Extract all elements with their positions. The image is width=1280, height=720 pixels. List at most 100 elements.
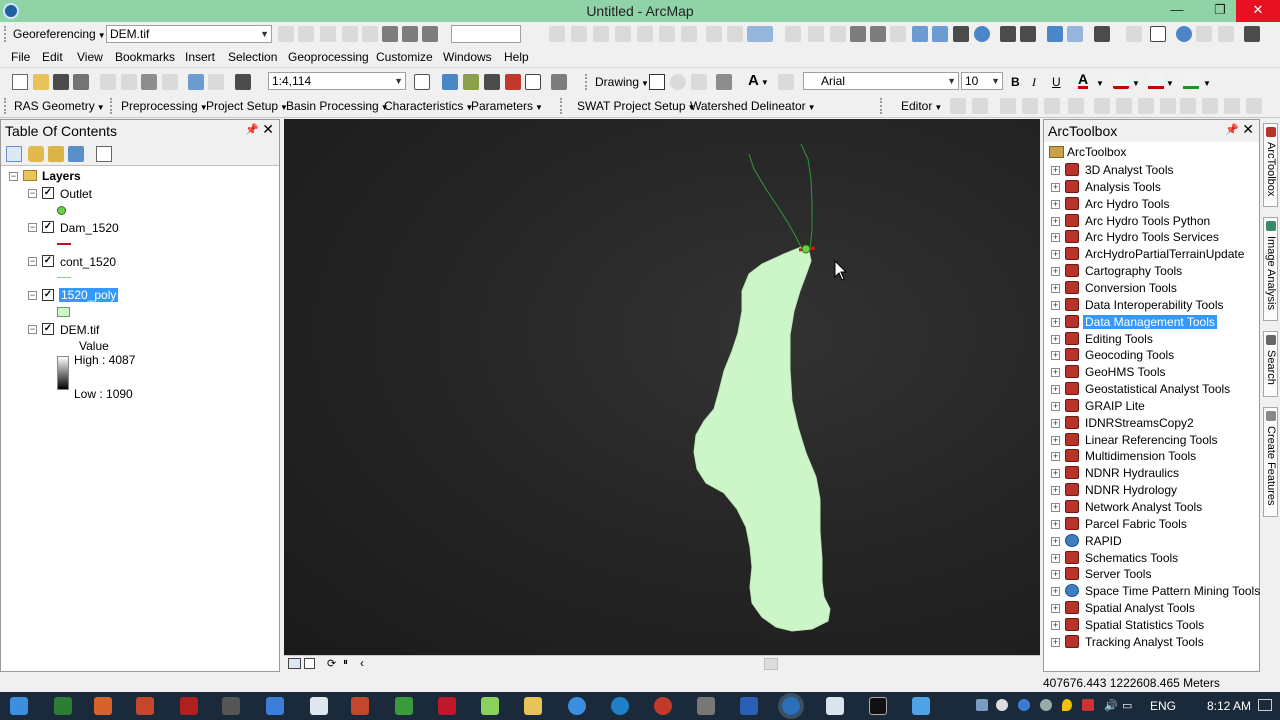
toolbox-item[interactable]: + Space Time Pattern Mining Tools [1044,583,1260,599]
menu-insert[interactable]: Insert [185,50,215,64]
list-by-selection-icon[interactable] [68,146,84,162]
font-dropdown[interactable]: Arial ▼ [803,72,959,90]
tab-create-features[interactable]: Create Features [1263,407,1278,517]
volume-icon[interactable]: 🔊 [1104,699,1118,712]
clear-selection-icon[interactable] [1126,26,1142,42]
parameters-menu[interactable]: Parameters ▼ [471,98,543,116]
characteristics-menu[interactable]: Characteristics ▼ [384,98,473,116]
preprocessing-menu[interactable]: Preprocessing ▼ [121,98,208,116]
undo-icon[interactable] [188,74,204,90]
create-features-icon[interactable] [1246,98,1262,114]
dem-collapse-toggle[interactable]: − [28,325,37,334]
menu-view[interactable]: View [77,50,103,64]
swat-project-setup-menu[interactable]: SWAT Project Setup ▼ [577,98,695,116]
bold-button[interactable]: B [1011,74,1020,90]
toolbox-item[interactable]: + Spatial Analyst Tools [1044,600,1259,616]
pause-drawing-icon[interactable]: ⏸ [343,657,348,668]
tray-icon-4[interactable] [1040,699,1052,711]
toolbar-grip-swat[interactable] [560,98,564,114]
toolbox-item[interactable]: + IDNRStreamsCopy2 [1044,415,1259,431]
scroll-left-icon[interactable]: ‹ [360,656,364,670]
auto-registration-icon[interactable] [298,26,314,42]
display-options-icon[interactable] [785,26,801,42]
toolbox-expand-toggle[interactable]: + [1051,604,1060,614]
text-tool-icon[interactable]: A ▼ [748,73,769,91]
project-setup-menu[interactable]: Project Setup ▼ [206,98,288,116]
toolbox-item[interactable]: + Cartography Tools [1044,263,1259,279]
toolbar-grip-hms[interactable] [110,98,114,114]
python-window-icon[interactable] [525,74,541,90]
arctoolbox-pin-icon[interactable]: 📌 [1225,123,1239,136]
arctoolbox-window-icon[interactable] [505,74,521,90]
delete-icon[interactable] [162,74,178,90]
toolbox-expand-toggle[interactable]: + [1051,300,1060,310]
toolbox-expand-toggle[interactable]: + [1051,536,1060,546]
toolbox-expand-toggle[interactable]: + [1051,620,1060,630]
powerpoint-icon[interactable] [136,697,154,715]
toolbox-item[interactable]: +3D Analyst Tools [1044,162,1259,178]
toolbox-item[interactable]: + Multidimension Tools [1044,448,1259,464]
toolbox-expand-toggle[interactable]: + [1051,519,1060,529]
reset-transformation-icon[interactable] [422,26,438,42]
toolbox-item[interactable]: + Data Interoperability Tools [1044,297,1259,313]
toolbox-expand-toggle[interactable]: + [1051,452,1060,462]
dam-collapse-toggle[interactable]: − [28,223,37,232]
toolbox-expand-toggle[interactable]: + [1051,469,1060,479]
fill-color-dropdown[interactable]: ▼ [1132,76,1140,92]
underline-button[interactable]: U [1052,74,1061,90]
italic-button[interactable]: I [1032,74,1036,90]
add-control-points-icon[interactable] [278,26,294,42]
pin-icon[interactable]: 📌 [245,123,259,136]
toolbox-expand-toggle[interactable]: + [1051,182,1060,192]
layers-collapse-toggle[interactable]: − [9,172,18,181]
taskbar-app-21-icon[interactable] [912,697,930,715]
georef-tool-c-icon[interactable] [637,26,653,42]
toolbox-expand-toggle[interactable]: + [1051,401,1060,411]
file-explorer-icon[interactable] [524,697,542,715]
toolbox-expand-toggle[interactable]: + [1051,637,1060,647]
toolbox-expand-toggle[interactable]: + [1051,351,1060,361]
editor-menu[interactable]: Editor ▼ [901,98,942,116]
toolbox-item[interactable]: + Network Analyst Tools [1044,499,1259,515]
fixed-zoom-out-icon[interactable] [1020,26,1036,42]
watershed-polygon[interactable] [693,246,831,632]
toolbox-item[interactable]: + Data Management Tools [1044,314,1259,330]
tab-image-analysis[interactable]: Image Analysis [1263,217,1278,321]
zoom-in-icon[interactable] [912,26,928,42]
menu-customize[interactable]: Customize [376,50,433,64]
model-builder-icon[interactable] [551,74,567,90]
hyperlink-icon[interactable] [1196,26,1212,42]
identify-icon[interactable] [1176,26,1192,42]
toolbox-expand-toggle[interactable]: + [1051,435,1060,445]
georef-tool-d-icon[interactable] [659,26,675,42]
outlet-point[interactable] [801,244,811,254]
font-color-icon[interactable]: A [1078,72,1089,89]
rotation-input[interactable] [451,25,521,43]
toolbox-item[interactable]: + NDNR Hydraulics [1044,465,1259,481]
map-canvas[interactable] [284,119,1040,655]
sketch-properties-icon[interactable] [1224,98,1240,114]
minimize-button[interactable]: — [1162,0,1192,22]
zoom-to-selected-elements-icon[interactable] [691,74,707,90]
toolbox-item[interactable]: + Server Tools [1044,566,1259,582]
point-tool-icon[interactable] [1068,98,1084,114]
taskbar-app-19-icon[interactable] [826,697,844,715]
refresh-icon[interactable]: ⟳ [327,657,336,670]
toolbox-expand-toggle[interactable]: + [1051,267,1060,277]
menu-help[interactable]: Help [504,50,529,64]
layers-label[interactable]: Layers [42,169,81,183]
toolbox-expand-toggle[interactable]: + [1051,553,1060,563]
tab-search[interactable]: Search [1263,331,1278,397]
toolbox-item[interactable]: + Arc Hydro Tools Services [1044,229,1259,245]
edit-annotation-icon[interactable] [972,98,988,114]
taskbar-app-15-icon[interactable] [654,697,672,715]
tray-icon-3[interactable] [1018,699,1030,711]
image-tool-a-icon[interactable] [850,26,866,42]
line-tool-icon[interactable] [716,74,732,90]
toolbox-expand-toggle[interactable]: + [1051,283,1060,293]
battery-icon[interactable]: ▭ [1122,699,1132,712]
language-indicator[interactable]: ENG [1150,699,1176,713]
horizontal-scrollbar-thumb[interactable] [764,658,778,670]
edit-vertices-icon[interactable] [778,74,794,90]
toolbox-expand-toggle[interactable]: + [1051,334,1060,344]
